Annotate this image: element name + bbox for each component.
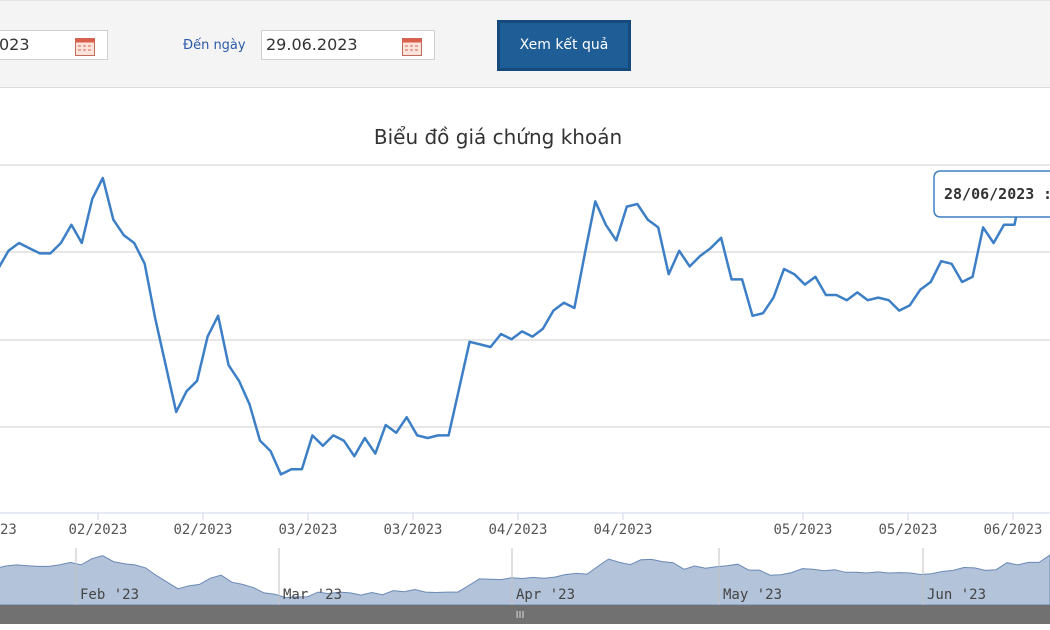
navigator[interactable]: Feb '23 Mar '23 Apr '23 May '23 Jun '23 III bbox=[0, 548, 1050, 624]
x-tick-label: 05/2023 bbox=[773, 522, 832, 538]
price-chart: Biểu đồ giá chứng khoán 02/2023 02/2023 03… bbox=[0, 125, 1050, 624]
x-tick-label: 06/2023 bbox=[983, 522, 1042, 538]
navigator-label: Apr '23 bbox=[516, 587, 575, 603]
price-line bbox=[0, 172, 1027, 476]
grid-lines bbox=[0, 164, 1050, 428]
tooltip-text: 28/06/2023 bbox=[944, 185, 1034, 203]
x-tick-label: 04/2023 bbox=[488, 522, 547, 538]
navigator-label: May '23 bbox=[723, 587, 782, 603]
navigator-label: Feb '23 bbox=[80, 587, 139, 603]
x-tick-label: 04/2023 bbox=[593, 522, 652, 538]
x-tick-label: 02/2023 bbox=[173, 522, 232, 538]
tooltip: 28/06/2023 : bbox=[933, 170, 1050, 218]
x-tick-label: 2023 bbox=[0, 522, 17, 538]
x-axis: 02/2023 02/2023 03/2023 03/2023 04/2023 04/20… bbox=[0, 512, 1050, 538]
x-tick-label: 05/2023 bbox=[878, 522, 937, 538]
navigator-scrollbar-thumb[interactable] bbox=[0, 605, 1050, 624]
x-tick-label: 03/2023 bbox=[383, 522, 442, 538]
x-tick-label: 02/2023 bbox=[68, 522, 127, 538]
navigator-label: Mar '23 bbox=[283, 587, 342, 603]
x-tick-label: 03/2023 bbox=[278, 522, 337, 538]
tooltip-text-overflow: : bbox=[1043, 185, 1050, 203]
chart-title: Biểu đồ giá chứng khoán bbox=[374, 125, 622, 149]
scrollbar-grip-icon[interactable]: III bbox=[516, 610, 525, 621]
navigator-label: Jun '23 bbox=[927, 587, 986, 603]
